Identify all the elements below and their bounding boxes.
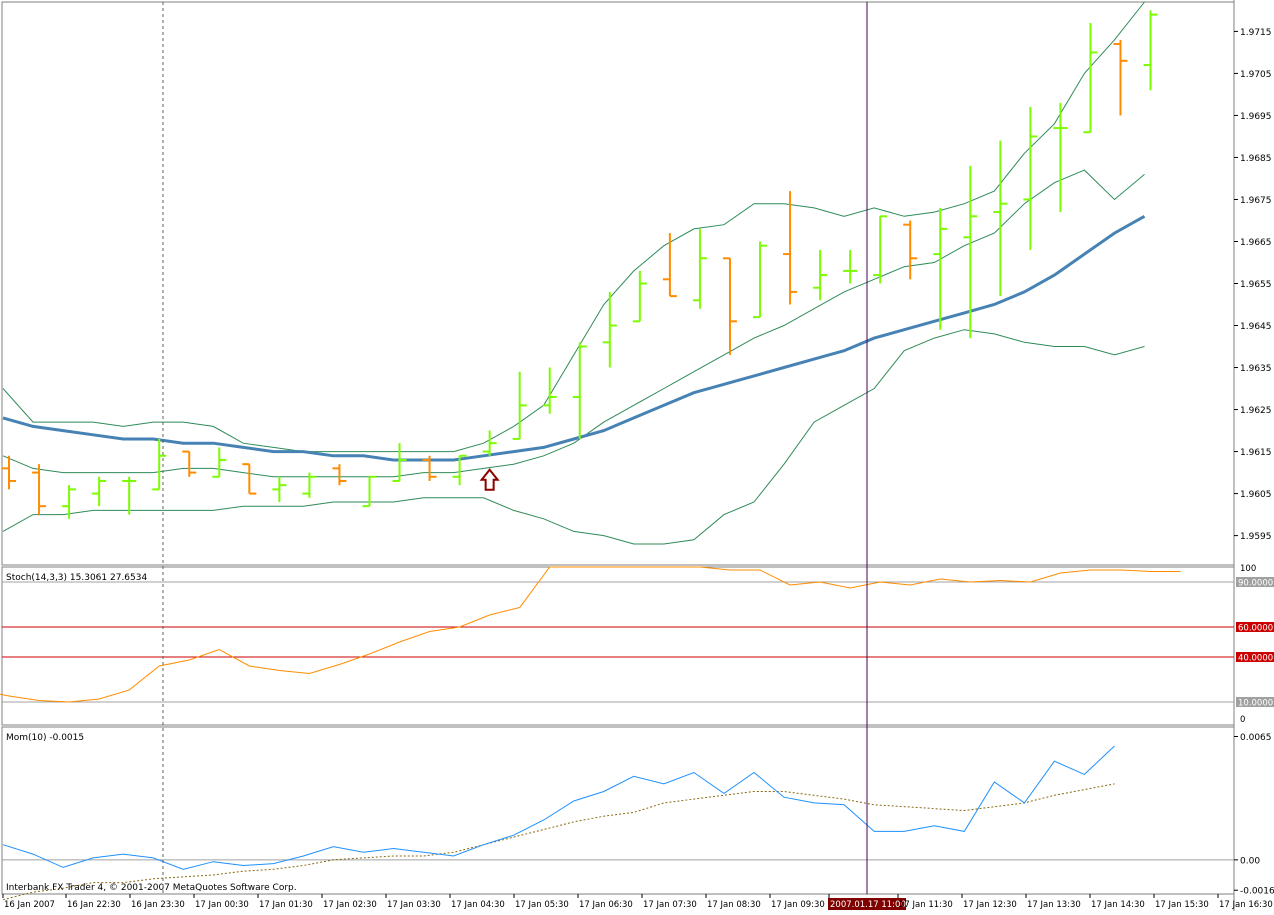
cursor-time-label: 2007.01.17 11:00 — [830, 900, 906, 910]
price-tick-label: 1.9595 — [1240, 532, 1272, 542]
time-label: 17 Jan 14:30 — [1091, 900, 1145, 910]
price-tick-label: 1.9705 — [1240, 70, 1272, 80]
time-label: 17 Jan 04:30 — [451, 900, 505, 910]
stoch-level-label: 10.0000 — [1238, 699, 1273, 709]
price-tick-label: 1.9715 — [1240, 28, 1272, 38]
time-label: 17 Jan 16:30 — [1219, 900, 1273, 910]
price-frame — [1, 1, 1235, 566]
time-label: 17 Jan 06:30 — [579, 900, 633, 910]
time-label: 17 Jan 05:30 — [515, 900, 569, 910]
time-label: 16 Jan 22:30 — [67, 900, 121, 910]
time-axis: 16 Jan 2007 16 Jan 22:30 16 Jan 23:30 17 Ja… — [2, 894, 1273, 910]
time-label: 16 Jan 23:30 — [131, 900, 185, 910]
price-tick-label: 1.9675 — [1240, 196, 1272, 206]
time-label: 17 Jan 00:30 — [195, 900, 249, 910]
price-tick-label: 1.9665 — [1240, 238, 1272, 248]
momentum-tick-label: -0.0016 — [1240, 887, 1274, 897]
time-label: 17 Jan 02:30 — [323, 900, 377, 910]
price-tick-label: 1.9695 — [1240, 112, 1272, 122]
stoch-level-label: 60.0000 — [1238, 624, 1273, 634]
momentum-tick-label: 0.0065 — [1240, 733, 1272, 743]
time-label: 17 Jan 08:30 — [707, 900, 761, 910]
price-tick-label: 1.9635 — [1240, 364, 1272, 374]
price-tick-label: 1.9645 — [1240, 322, 1272, 332]
price-tick-label: 1.9625 — [1240, 406, 1272, 416]
trading-chart[interactable]: 1.9595 1.9605 1.9615 1.9625 1.9635 1.9645 1.96… — [0, 0, 1274, 911]
momentum-label: Mom(10) -0.0015 — [6, 733, 84, 743]
time-label: 16 Jan 2007 — [4, 900, 55, 910]
copyright-text: Interbank FX Trader 4, © 2001-2007 MetaQ… — [6, 883, 297, 893]
price-tick-label: 1.9655 — [1240, 280, 1272, 290]
price-tick-label: 1.9605 — [1240, 490, 1272, 500]
momentum-frame — [1, 726, 1235, 895]
stoch-tick-bottom: 0 — [1240, 715, 1245, 725]
stochastic-frame — [1, 566, 1235, 726]
time-label: 17 Jan 12:30 — [963, 900, 1017, 910]
time-label: 17 Jan 11:30 — [899, 900, 953, 910]
time-label: 17 Jan 09:30 — [771, 900, 825, 910]
stoch-level-label: 90.0000 — [1238, 579, 1273, 589]
stochastic-label: Stoch(14,3,3) 15.3061 27.6534 — [6, 573, 147, 583]
price-tick-label: 1.9685 — [1240, 154, 1272, 164]
stoch-tick-top: 100 — [1240, 564, 1256, 574]
time-label: 17 Jan 07:30 — [643, 900, 697, 910]
time-label: 17 Jan 13:30 — [1027, 900, 1081, 910]
momentum-tick-label: 0.00 — [1240, 856, 1260, 866]
time-label: 17 Jan 03:30 — [387, 900, 441, 910]
time-label: 17 Jan 15:30 — [1155, 900, 1209, 910]
price-tick-label: 1.9615 — [1240, 448, 1272, 458]
time-label: 17 Jan 01:30 — [259, 900, 313, 910]
chart-canvas[interactable]: 1.9595 1.9605 1.9615 1.9625 1.9635 1.9645 1.96… — [0, 0, 1274, 911]
stoch-level-label: 40.0000 — [1238, 654, 1273, 664]
